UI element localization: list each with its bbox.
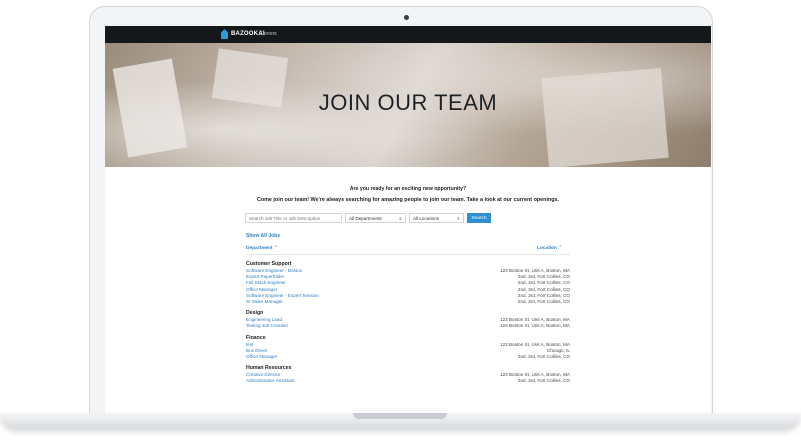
updown-arrows-icon: ⇕: [456, 215, 460, 221]
hero-title: JOIN OUR TEAM: [318, 90, 498, 115]
job-row: Sr Sales Manager 2nd, 3rd, Fort Collins, …: [246, 299, 570, 305]
updown-arrows-icon: ⇕: [398, 215, 402, 221]
job-group: Design Engineering Lead 123 Boston St, Uni…: [246, 309, 570, 329]
location-column-header[interactable]: Location ⌃: [537, 246, 562, 251]
hero-photo-paper: [541, 67, 669, 167]
job-group: Customer Support Software Engineer - Bost…: [246, 260, 570, 305]
search-button[interactable]: Search: [467, 213, 491, 223]
job-location: 123 Boston St, Unit A, Boston, MA: [500, 323, 570, 329]
group-title: Customer Support: [246, 261, 292, 267]
job-row: Administrative Assistant 2nd, 3rd, Fort C…: [246, 378, 570, 384]
job-group: Finance test 123 Boston St, Unit A, Boston…: [246, 334, 570, 361]
intro-heading: Are you ready for an exciting new opport…: [349, 186, 467, 192]
nav-link-careers[interactable]: Careers: [259, 31, 277, 37]
header-divider: [246, 254, 570, 255]
location-select-value: All Locations: [413, 215, 440, 221]
job-row: Testing Job Creation 123 Boston St, Unit …: [246, 323, 570, 329]
job-group: Human Resources Creative Director 123 Bost…: [246, 364, 570, 384]
job-row: Office Manager 2nd, 3rd, Fort Collins, CO: [246, 354, 570, 360]
job-title-link[interactable]: Testing Job Creation: [246, 323, 288, 329]
job-filters: All Departments ⇕ All Locations ⇕ Search: [245, 213, 491, 223]
job-search-input[interactable]: [245, 213, 342, 223]
location-select[interactable]: All Locations ⇕: [409, 213, 464, 223]
job-location: 2nd, 3rd, Fort Collins, CO: [517, 353, 570, 359]
laptop-base-notch: [353, 413, 447, 419]
group-title: Design: [246, 310, 264, 317]
rocket-icon: [221, 29, 228, 39]
department-select-value: All Departments: [349, 215, 382, 221]
show-all-jobs-link[interactable]: Show All Jobs: [246, 233, 280, 239]
job-title-link[interactable]: Sr Sales Manager: [246, 299, 283, 305]
job-location: 2nd, 3rd, Fort Collins, CO: [517, 298, 570, 304]
department-column-header[interactable]: Department ⌃: [246, 246, 278, 251]
hero-banner: JOIN OUR TEAM: [105, 43, 711, 167]
group-title: Human Resources: [246, 365, 292, 372]
job-title-link[interactable]: Administrative Assistant: [246, 378, 295, 384]
job-location: 2nd, 3rd, Fort Collins, CO: [517, 378, 570, 384]
group-title: Finance: [246, 334, 266, 341]
department-select[interactable]: All Departments ⇕: [345, 213, 406, 223]
job-list: Customer Support Software Engineer - Bost…: [246, 260, 570, 388]
job-title-link[interactable]: Office Manager: [246, 354, 277, 360]
intro-text: Come join our team! We're always searchi…: [256, 197, 560, 203]
camera-dot: [404, 15, 409, 20]
top-nav: BAZOOKA! Careers: [105, 26, 711, 43]
laptop-screen: BAZOOKA! Careers JOIN OUR TEAM Are you r…: [105, 26, 711, 415]
